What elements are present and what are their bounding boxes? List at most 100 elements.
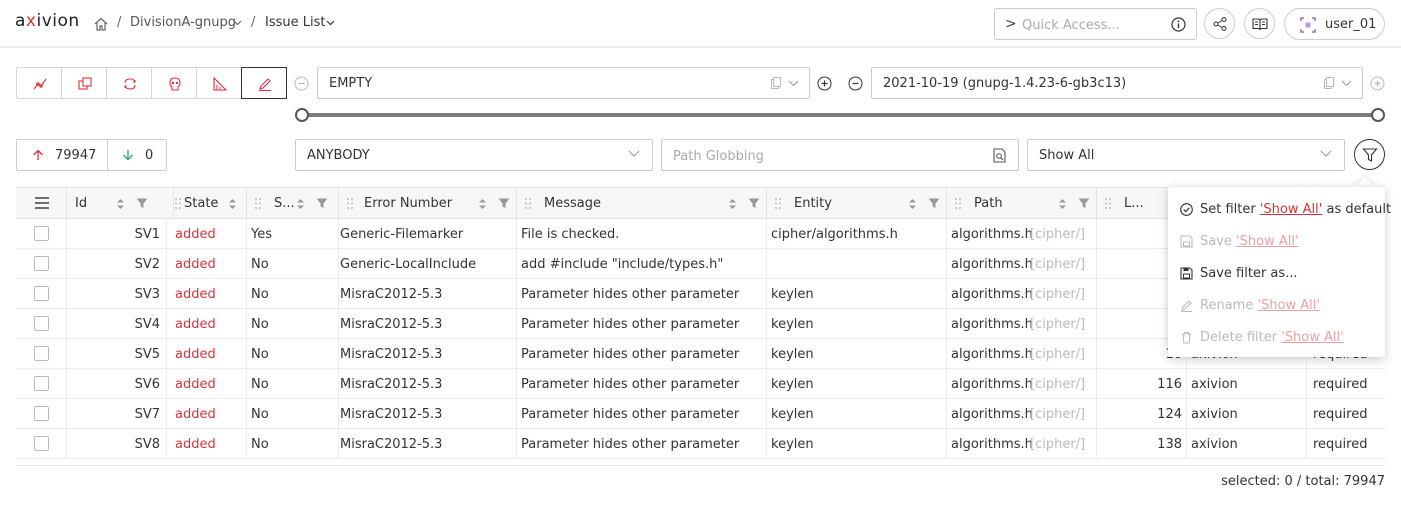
tab-clones[interactable] (62, 68, 107, 98)
column-state[interactable]: State (167, 188, 247, 219)
column-filter-icon[interactable] (136, 198, 148, 209)
row-checkbox[interactable] (34, 316, 49, 331)
sort-icon[interactable] (478, 198, 487, 210)
column-message[interactable]: Message (517, 188, 767, 219)
hamburger-menu-icon[interactable] (35, 197, 49, 209)
issue-path-dir: [cipher/] (1030, 437, 1086, 452)
removed-count[interactable]: 0 (145, 148, 153, 163)
column-error-number[interactable]: Error Number (339, 188, 517, 219)
tab-metrics[interactable] (197, 68, 242, 98)
axivion-logo[interactable]: axivion (15, 11, 80, 31)
drag-handle-icon[interactable] (255, 198, 261, 209)
drag-handle-icon[interactable] (347, 198, 353, 209)
column-label: Id (75, 196, 88, 211)
user-filter-select[interactable]: ANYBODY (295, 139, 653, 171)
row-checkbox[interactable] (34, 406, 49, 421)
column-filter-icon[interactable] (928, 198, 940, 209)
menu-item-delete[interactable]: Delete filter 'Show All' (1168, 322, 1385, 354)
arrow-down-icon[interactable] (122, 149, 134, 161)
chevron-down-icon[interactable] (233, 20, 242, 26)
arrow-up-icon[interactable] (32, 149, 44, 161)
row-checkbox[interactable] (34, 376, 49, 391)
sort-icon[interactable] (228, 198, 237, 210)
issue-message: Parameter hides other parameter (521, 347, 740, 362)
row-checkbox[interactable] (34, 346, 49, 361)
menu-item-save[interactable]: Save 'Show All' (1168, 226, 1385, 258)
menu-item-set-default[interactable]: Set filter 'Show All' as default (1168, 194, 1391, 226)
base-version-select[interactable]: EMPTY (317, 67, 810, 99)
drag-handle-icon[interactable] (175, 198, 181, 209)
drag-handle-icon[interactable] (1105, 198, 1111, 209)
menu-item-rename[interactable]: Rename 'Show All' (1168, 290, 1385, 322)
path-globbing-field[interactable] (661, 139, 1019, 171)
cell-message: Parameter hides other parameter (517, 429, 767, 459)
version-range-track[interactable] (301, 113, 1378, 117)
copy-icon[interactable] (771, 77, 781, 89)
column-filter-icon[interactable] (1078, 198, 1090, 209)
tab-architecture[interactable] (17, 68, 62, 98)
row-checkbox[interactable] (34, 256, 49, 271)
cell-state: added (167, 219, 247, 249)
path-globbing-input[interactable] (673, 146, 973, 166)
filter-menu-button[interactable] (1354, 139, 1385, 170)
tab-dead-code[interactable] (152, 68, 197, 98)
search-file-icon[interactable] (993, 148, 1006, 163)
cell-id: SV4 (67, 309, 167, 339)
column-filter-icon[interactable] (316, 198, 328, 209)
tab-style-violations[interactable] (241, 67, 287, 99)
sort-icon[interactable] (728, 198, 737, 210)
table-row[interactable]: SV7 added No MisraC2012-5.3 Parameter hides … (16, 399, 1385, 429)
issue-entity: keylen (771, 317, 814, 332)
home-icon[interactable] (93, 16, 109, 32)
column-path[interactable]: Path (947, 188, 1097, 219)
add-version-icon[interactable] (817, 76, 832, 91)
remove-version-icon[interactable] (848, 76, 863, 91)
table-row[interactable]: SV6 added No MisraC2012-5.3 Parameter hides … (16, 369, 1385, 399)
drag-handle-icon[interactable] (525, 198, 531, 209)
remove-base-icon[interactable] (294, 76, 309, 91)
add-version-after-icon[interactable] (1370, 76, 1385, 91)
quick-access-input[interactable] (1022, 15, 1162, 35)
sort-icon[interactable] (116, 198, 125, 210)
column-menu-header[interactable] (16, 188, 67, 219)
tab-cycles[interactable] (107, 68, 152, 98)
chevron-down-icon[interactable] (326, 20, 335, 26)
issue-state: added (175, 227, 216, 242)
issue-id: SV5 (134, 347, 160, 362)
issue-id: SV8 (134, 437, 160, 452)
sort-icon[interactable] (908, 198, 917, 210)
column-filter-icon[interactable] (498, 198, 510, 209)
breadcrumb-project[interactable]: DivisionA-gnupg (130, 15, 236, 30)
docs-button[interactable] (1244, 8, 1275, 39)
version-range-end-handle[interactable] (1371, 108, 1385, 122)
column-suppressed[interactable]: S... (247, 188, 339, 219)
drag-handle-icon[interactable] (955, 198, 961, 209)
quick-access-box[interactable]: > (994, 8, 1197, 40)
info-icon[interactable] (1171, 17, 1186, 32)
version-range-start-handle[interactable] (295, 108, 309, 122)
copy-icon[interactable] (1324, 77, 1334, 89)
column-entity[interactable]: Entity (767, 188, 947, 219)
user-menu-button[interactable]: user_01 (1284, 8, 1385, 40)
issue-path-file: algorithms.h (951, 407, 1033, 422)
sort-icon[interactable] (1058, 198, 1067, 210)
sort-icon[interactable] (296, 198, 305, 210)
breadcrumb-page[interactable]: Issue List (265, 15, 325, 30)
row-checkbox[interactable] (34, 226, 49, 241)
row-checkbox[interactable] (34, 436, 49, 451)
column-filter-icon[interactable] (748, 198, 760, 209)
menu-item-save-as[interactable]: Save filter as... (1168, 258, 1385, 290)
cell-entity: keylen (767, 339, 947, 369)
drag-handle-icon[interactable] (775, 198, 781, 209)
saved-filter-select[interactable]: Show All (1027, 139, 1345, 171)
share-icon (1213, 17, 1227, 31)
share-button[interactable] (1204, 8, 1235, 39)
table-row[interactable]: SV8 added No MisraC2012-5.3 Parameter hides … (16, 429, 1385, 459)
row-checkbox[interactable] (34, 286, 49, 301)
issue-owner: axivion (1191, 407, 1238, 422)
target-version-select[interactable]: 2021-10-19 (gnupg-1.4.23-6-gb3c13) (871, 67, 1363, 99)
added-count[interactable]: 79947 (55, 148, 96, 163)
issue-id: SV7 (134, 407, 160, 422)
edit-icon (1181, 300, 1192, 312)
column-id[interactable]: Id (67, 188, 174, 219)
